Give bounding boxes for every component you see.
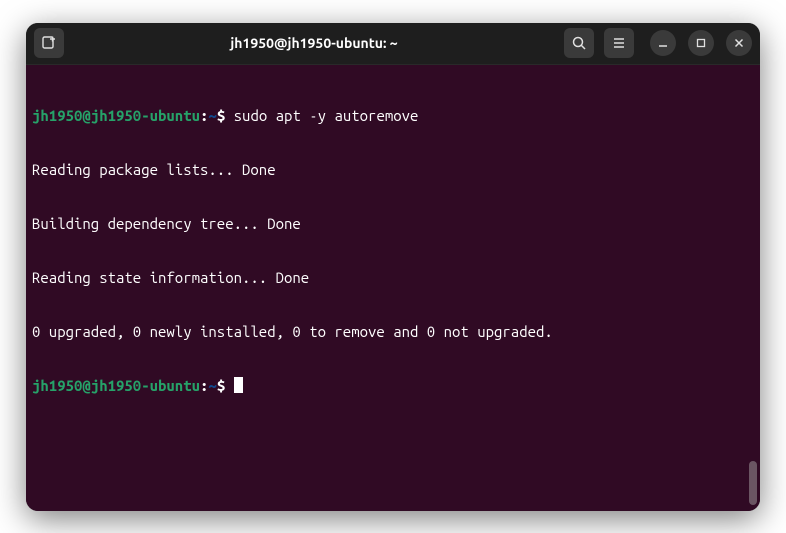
search-icon (571, 35, 587, 51)
close-button[interactable] (726, 30, 752, 56)
new-tab-icon (41, 35, 57, 51)
terminal-output-line: Reading package lists... Done (32, 161, 754, 179)
prompt-user-host: jh1950@jh1950-ubuntu (32, 107, 200, 124)
terminal-line: jh1950@jh1950-ubuntu:~$ sudo apt -y auto… (32, 107, 754, 125)
terminal-line: jh1950@jh1950-ubuntu:~$ (32, 377, 754, 395)
terminal-output-line: Building dependency tree... Done (32, 215, 754, 233)
close-icon (733, 37, 745, 49)
hamburger-icon (611, 35, 627, 51)
maximize-button[interactable] (688, 30, 714, 56)
scrollbar-thumb[interactable] (749, 461, 757, 505)
minimize-button[interactable] (650, 30, 676, 56)
prompt-dollar: $ (217, 107, 225, 124)
prompt-user-host: jh1950@jh1950-ubuntu (32, 377, 200, 394)
terminal-output-line: Reading state information... Done (32, 269, 754, 287)
prompt-path: ~ (208, 107, 216, 124)
maximize-icon (695, 37, 707, 49)
search-button[interactable] (564, 28, 594, 58)
terminal-output-line: 0 upgraded, 0 newly installed, 0 to remo… (32, 323, 754, 341)
terminal-window: jh1950@jh1950-ubuntu: ~ (26, 23, 760, 511)
new-tab-button[interactable] (34, 28, 64, 58)
prompt-dollar: $ (217, 377, 225, 394)
cursor (234, 377, 243, 393)
titlebar: jh1950@jh1950-ubuntu: ~ (26, 23, 760, 65)
command-text: sudo apt -y autoremove (234, 107, 419, 124)
window-controls (650, 30, 752, 56)
prompt-path: ~ (208, 377, 216, 394)
menu-button[interactable] (604, 28, 634, 58)
window-title: jh1950@jh1950-ubuntu: ~ (72, 35, 556, 51)
titlebar-right (564, 28, 752, 58)
minimize-icon (657, 37, 669, 49)
terminal-body[interactable]: jh1950@jh1950-ubuntu:~$ sudo apt -y auto… (26, 65, 760, 511)
titlebar-left (34, 28, 64, 58)
